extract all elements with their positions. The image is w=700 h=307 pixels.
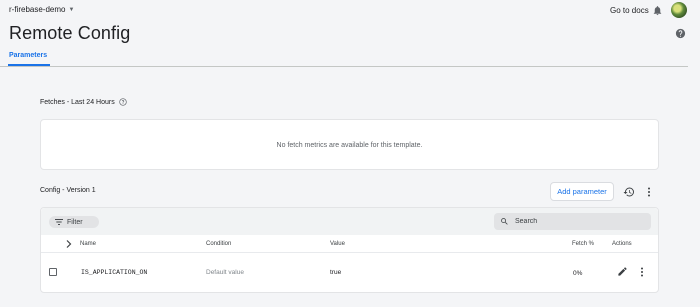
chevron-right-icon[interactable]: [66, 240, 72, 248]
row-checkbox[interactable]: [49, 268, 57, 276]
table-row[interactable]: IS_APPLICATION_ON Default value true 0%: [41, 254, 658, 292]
tab-parameters[interactable]: Parameters: [9, 52, 47, 64]
parameter-condition: Default value: [206, 269, 244, 276]
chevron-down-icon: ▼: [68, 6, 75, 13]
fetch-empty-message: No fetch metrics are available for this …: [276, 142, 423, 149]
filter-bar: Filter: [41, 208, 658, 235]
add-parameter-button[interactable]: Add parameter: [550, 182, 614, 201]
table-header: Name Condition Value Fetch % Actions: [41, 235, 658, 253]
filter-button[interactable]: Filter: [49, 216, 99, 228]
parameter-fetch-percent: 0%: [573, 270, 583, 277]
parameter-value: true: [330, 269, 342, 276]
filter-list-icon: [55, 219, 63, 225]
project-name: r-firebase-demo: [9, 5, 66, 14]
pencil-icon[interactable]: [617, 266, 628, 277]
column-header-condition[interactable]: Condition: [206, 241, 231, 247]
go-to-docs-link[interactable]: Go to docs: [610, 6, 649, 15]
more-vert-icon[interactable]: [639, 266, 645, 278]
fetches-label: Fetches - Last 24 Hours: [40, 98, 115, 106]
help-outline-icon[interactable]: [119, 98, 127, 106]
config-version-label: Config - Version 1: [40, 187, 96, 194]
fetches-section-label: Fetches - Last 24 Hours: [40, 98, 127, 106]
column-header-value[interactable]: Value: [330, 241, 345, 247]
top-bar: r-firebase-demo ▼ Go to docs: [0, 0, 700, 22]
tab-bar: Parameters: [0, 50, 688, 67]
parameter-name: IS_APPLICATION_ON: [81, 269, 148, 276]
history-icon[interactable]: [623, 186, 635, 198]
filter-label: Filter: [67, 218, 83, 226]
parameters-table: Filter Name Condition Value Fetch % Acti…: [40, 207, 659, 293]
search-input[interactable]: [515, 218, 635, 225]
active-tab-indicator: [8, 64, 50, 66]
page-title: Remote Config: [9, 23, 131, 43]
help-circle-icon[interactable]: [675, 28, 686, 39]
fetch-metrics-card: No fetch metrics are available for this …: [40, 119, 659, 170]
column-header-actions: Actions: [612, 241, 632, 247]
project-selector[interactable]: r-firebase-demo ▼: [9, 5, 74, 14]
more-vert-icon[interactable]: [645, 186, 653, 198]
column-header-fetch[interactable]: Fetch %: [572, 241, 594, 247]
bell-icon[interactable]: [652, 5, 663, 16]
avatar[interactable]: [671, 2, 687, 18]
search-box[interactable]: [494, 213, 651, 230]
search-icon: [501, 218, 508, 225]
column-header-name[interactable]: Name: [80, 241, 96, 247]
